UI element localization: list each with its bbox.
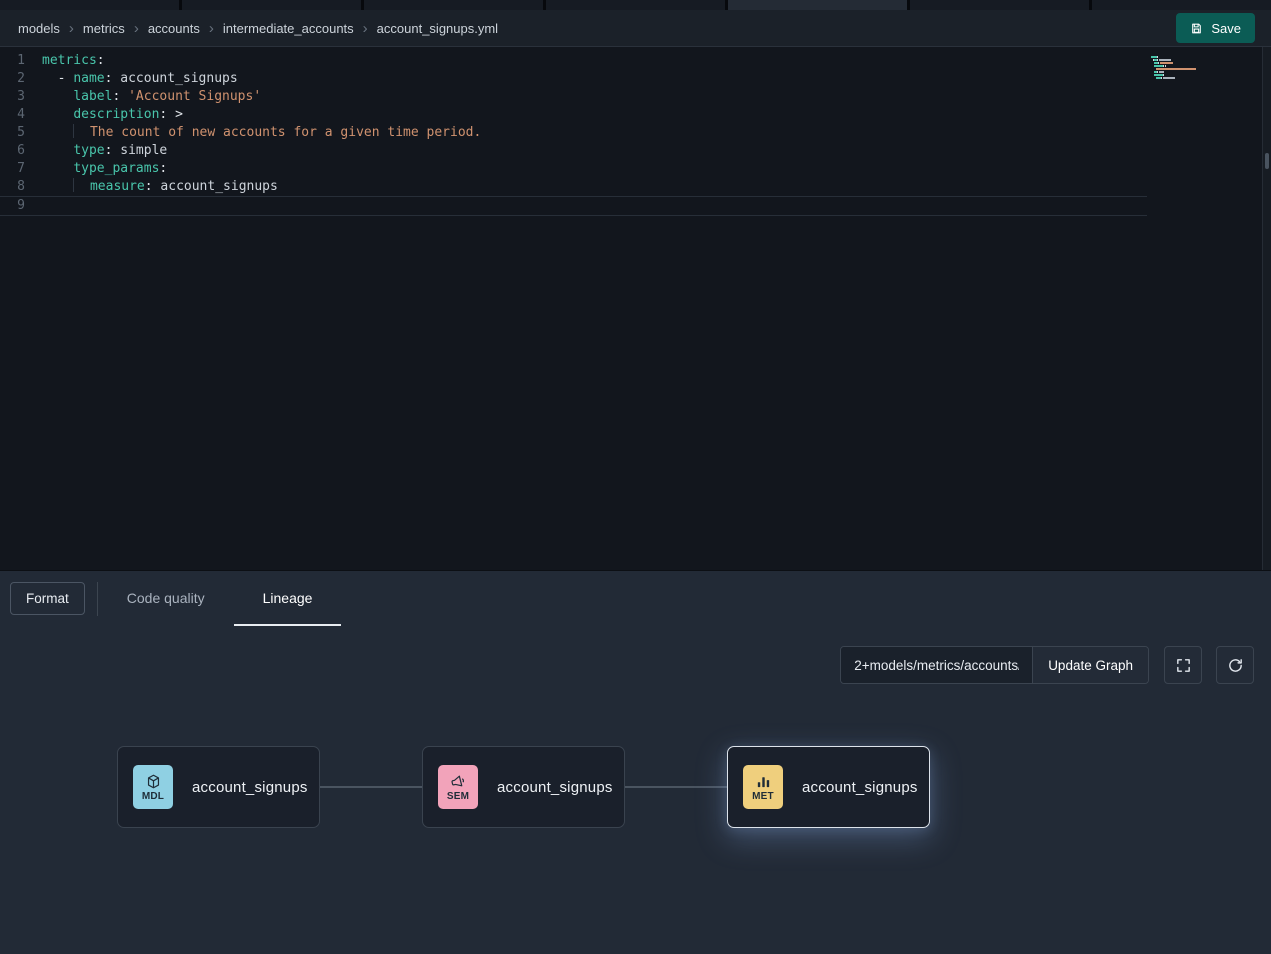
breadcrumb-bar: models › metrics › accounts › intermediate_acc… <box>0 10 1271 47</box>
editor-scrollbar[interactable] <box>1262 47 1271 570</box>
line-number: 9 <box>0 197 42 215</box>
code-line: 6 type: simple <box>0 142 1147 160</box>
megaphone-icon: SEM <box>438 765 478 809</box>
code-line: 3 label: 'Account Signups' <box>0 88 1147 106</box>
editor-tab[interactable] <box>182 0 361 10</box>
editor-tab[interactable] <box>546 0 725 10</box>
breadcrumb-item[interactable]: intermediate_accounts <box>223 21 354 36</box>
node-type-badge: MDL <box>142 791 164 802</box>
chevron-right-icon: › <box>209 21 214 36</box>
editor-tab[interactable] <box>910 0 1089 10</box>
line-number: 4 <box>0 106 42 124</box>
save-button-label: Save <box>1211 21 1241 36</box>
lineage-canvas[interactable]: MDL account_signups SEM account_signups MET a… <box>0 626 1271 954</box>
breadcrumb-item[interactable]: accounts <box>148 21 200 36</box>
lineage-edge <box>320 786 422 788</box>
editor-tab-strip <box>0 0 1271 10</box>
tab-code-quality[interactable]: Code quality <box>98 571 234 626</box>
minimap[interactable] <box>1151 56 1209 83</box>
breadcrumb-item[interactable]: metrics <box>83 21 125 36</box>
code-line: 2 - name: account_signups <box>0 70 1147 88</box>
bar-chart-icon: MET <box>743 765 783 809</box>
lineage-node-met[interactable]: MET account_signups <box>727 746 930 828</box>
cube-icon: MDL <box>133 765 173 809</box>
code-line: 4 description: > <box>0 106 1147 124</box>
editor-tab[interactable] <box>728 0 907 10</box>
code-line: 1metrics: <box>0 52 1147 70</box>
node-label: account_signups <box>497 779 613 796</box>
node-label: account_signups <box>802 779 918 796</box>
line-number: 2 <box>0 70 42 88</box>
line-number: 6 <box>0 142 42 160</box>
lineage-node-sem[interactable]: SEM account_signups <box>422 746 625 828</box>
lineage-node-mdl[interactable]: MDL account_signups <box>117 746 320 828</box>
lineage-panel: Update Graph MDL <box>0 626 1271 954</box>
line-number: 8 <box>0 178 42 196</box>
chevron-right-icon: › <box>134 21 139 36</box>
breadcrumb: models › metrics › accounts › intermediate_acc… <box>18 21 498 36</box>
breadcrumb-item[interactable]: models <box>18 21 60 36</box>
editor-tab[interactable] <box>364 0 543 10</box>
code-line: 5 The count of new accounts for a given … <box>0 124 1147 142</box>
editor-tab[interactable] <box>0 0 179 10</box>
lineage-edge <box>625 786 727 788</box>
editor-tab[interactable] <box>1092 0 1271 10</box>
code-line: 7 type_params: <box>0 160 1147 178</box>
chevron-right-icon: › <box>363 21 368 36</box>
line-number: 1 <box>0 52 42 70</box>
save-button[interactable]: Save <box>1176 13 1255 43</box>
line-number: 7 <box>0 160 42 178</box>
tab-lineage[interactable]: Lineage <box>234 571 342 626</box>
node-type-badge: MET <box>752 791 774 802</box>
node-type-badge: SEM <box>447 791 469 802</box>
line-number: 5 <box>0 124 42 142</box>
format-button[interactable]: Format <box>10 582 85 615</box>
breadcrumb-item[interactable]: account_signups.yml <box>377 21 498 36</box>
bottom-panel: Format Code qualityLineage Update Graph <box>0 570 1271 954</box>
chevron-right-icon: › <box>69 21 74 36</box>
scrollbar-thumb[interactable] <box>1265 153 1269 169</box>
code-editor[interactable]: 1metrics:2 - name: account_signups3 labe… <box>0 47 1271 570</box>
code-lines: 1metrics:2 - name: account_signups3 labe… <box>0 52 1147 216</box>
panel-tabs-row: Format Code qualityLineage <box>0 571 1271 626</box>
node-label: account_signups <box>192 779 308 796</box>
code-line: 9 <box>0 196 1147 216</box>
line-number: 3 <box>0 88 42 106</box>
code-line: 8 measure: account_signups <box>0 178 1147 196</box>
ide-window: models › metrics › accounts › intermediate_acc… <box>0 0 1271 954</box>
panel-tabs: Code qualityLineage <box>98 571 342 626</box>
save-icon <box>1190 22 1203 35</box>
